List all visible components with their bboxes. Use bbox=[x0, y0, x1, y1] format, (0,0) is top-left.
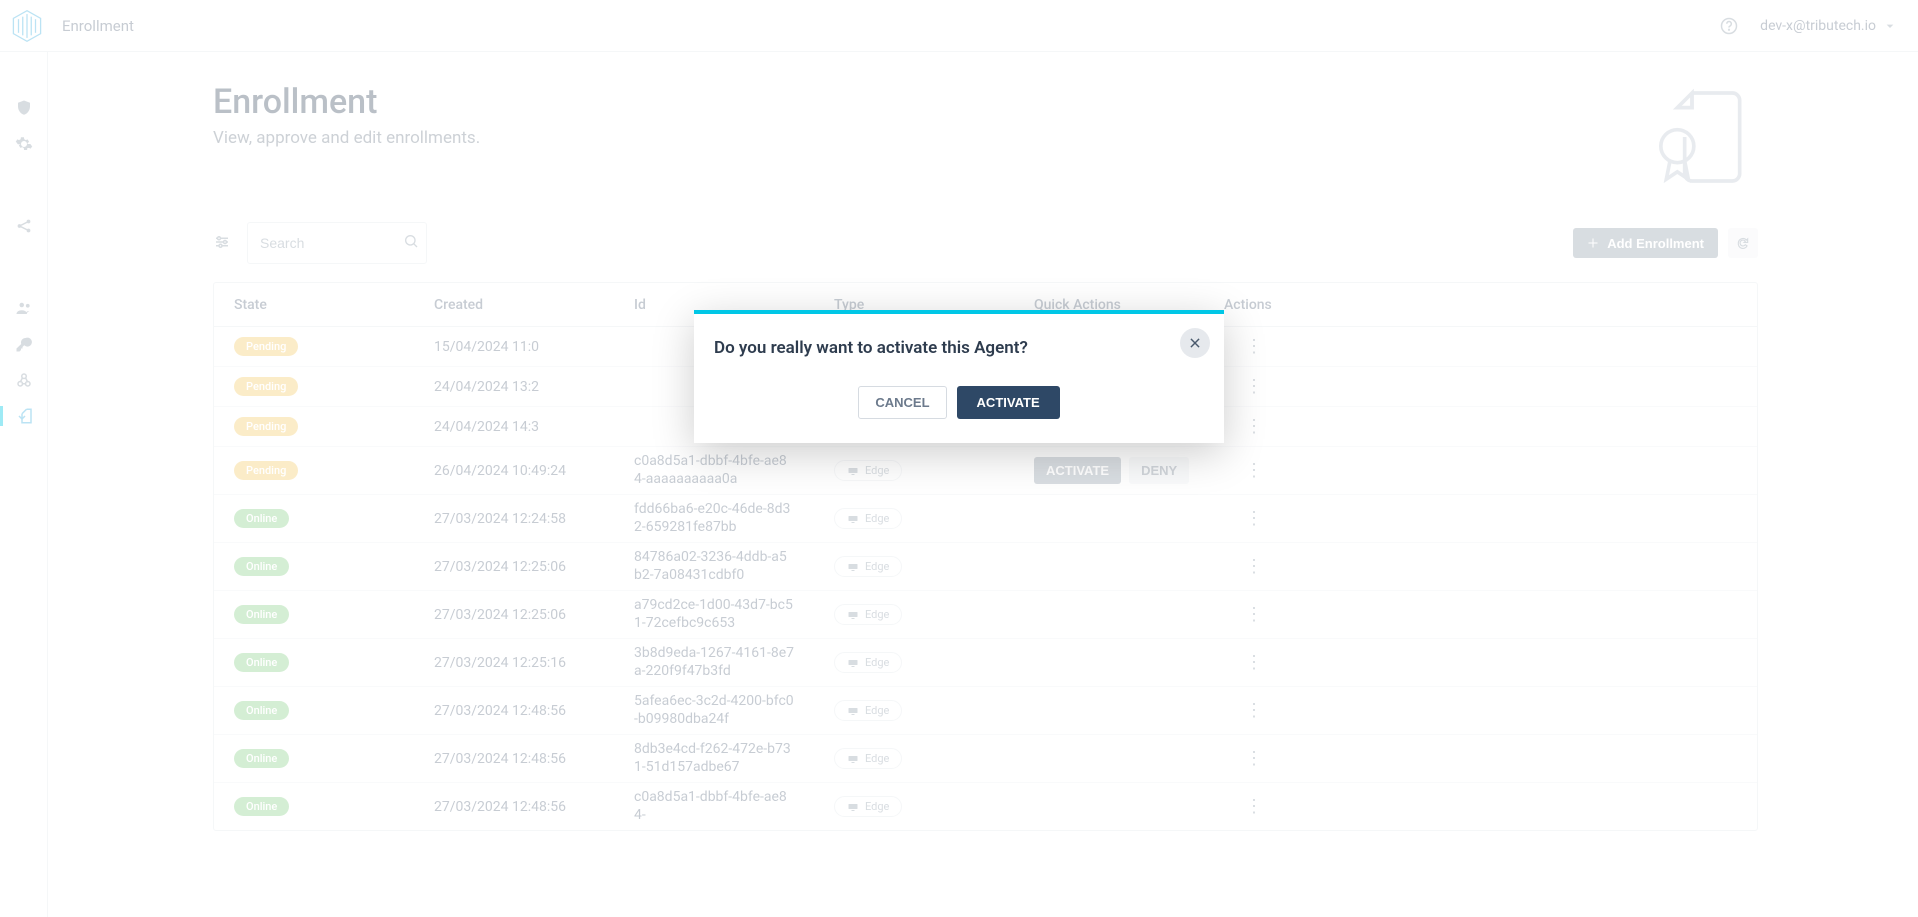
close-icon bbox=[1188, 336, 1202, 350]
modal-title: Do you really want to activate this Agen… bbox=[694, 314, 1224, 374]
modal-overlay: Do you really want to activate this Agen… bbox=[0, 0, 1918, 917]
activate-button[interactable]: ACTIVATE bbox=[957, 386, 1060, 419]
cancel-button[interactable]: CANCEL bbox=[858, 386, 946, 419]
confirm-modal: Do you really want to activate this Agen… bbox=[694, 310, 1224, 443]
close-button[interactable] bbox=[1180, 328, 1210, 358]
